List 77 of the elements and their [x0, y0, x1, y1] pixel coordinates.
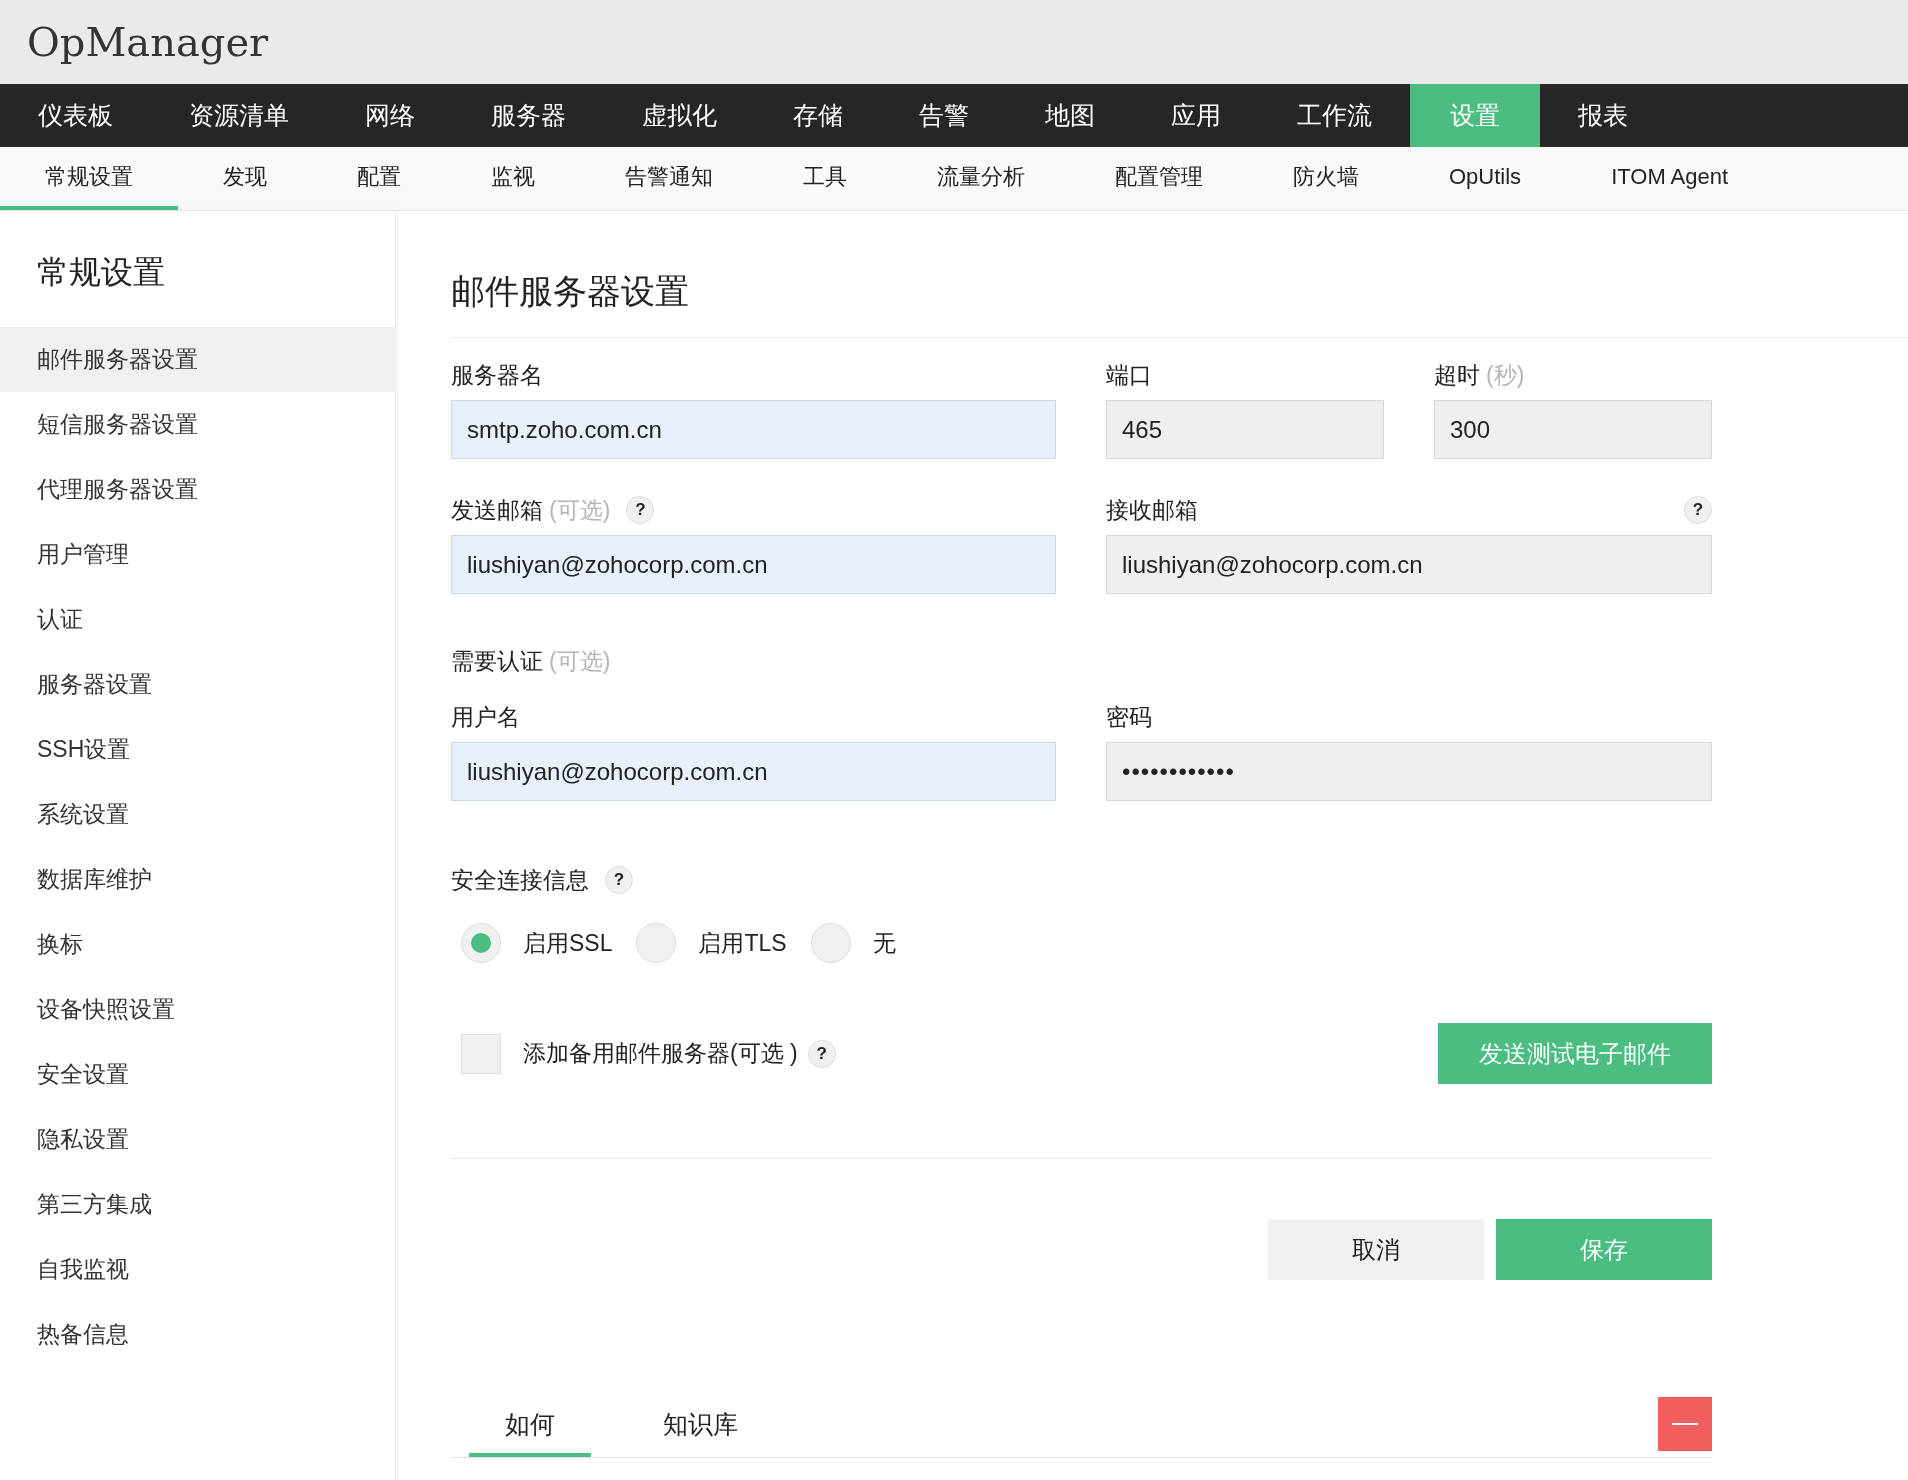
sidebar-item[interactable]: 代理服务器设置	[0, 457, 395, 522]
main-nav-tab[interactable]: 网络	[327, 84, 453, 147]
main-nav-tab[interactable]: 地图	[1007, 84, 1133, 147]
main-nav-tab[interactable]: 服务器	[453, 84, 604, 147]
page-title: 邮件服务器设置	[451, 211, 1908, 338]
sub-nav-tab[interactable]: 工具	[758, 147, 892, 210]
sidebar-item[interactable]: 数据库维护	[0, 847, 395, 912]
sidebar-item[interactable]: 邮件服务器设置	[0, 327, 395, 392]
sidebar-item[interactable]: 认证	[0, 587, 395, 652]
main-nav-tab[interactable]: 报表	[1540, 84, 1666, 147]
sub-nav-tab[interactable]: 告警通知	[580, 147, 758, 210]
help-tab[interactable]: 如何	[469, 1398, 591, 1457]
sub-nav-tab[interactable]: 防火墙	[1248, 147, 1404, 210]
collapse-button[interactable]	[1658, 1397, 1712, 1451]
sidebar-item[interactable]: 短信服务器设置	[0, 392, 395, 457]
radio-button[interactable]	[461, 923, 501, 963]
help-icon[interactable]: ?	[605, 866, 633, 894]
sub-nav-tab[interactable]: ITOM Agent	[1566, 147, 1774, 210]
main-nav-tab[interactable]: 存储	[755, 84, 881, 147]
main-nav-tab[interactable]: 工作流	[1259, 84, 1410, 147]
radio-button[interactable]	[636, 923, 677, 963]
timeout-field[interactable]: 300	[1434, 400, 1712, 459]
checkbox[interactable]	[461, 1033, 501, 1074]
sidebar-item[interactable]: 第三方集成	[0, 1172, 395, 1237]
field-label: 超时	[1434, 360, 1480, 390]
main-nav-tab[interactable]: 告警	[881, 84, 1007, 147]
port-field[interactable]: 465	[1106, 400, 1384, 459]
sidebar-item[interactable]: 换标	[0, 912, 395, 977]
section-label: 安全连接信息	[451, 865, 589, 895]
help-tab[interactable]: 知识库	[627, 1398, 774, 1457]
help-icon[interactable]: ?	[1684, 496, 1712, 524]
sidebar-item[interactable]: 自我监视	[0, 1237, 395, 1302]
recipient-email-field[interactable]: liushiyan@zohocorp.com.cn	[1106, 535, 1712, 594]
field-label: 接收邮箱	[1106, 495, 1198, 525]
password-field[interactable]: ••••••••••••	[1106, 742, 1712, 801]
checkbox-label: 添加备用邮件服务器(可选 )	[523, 1039, 798, 1068]
username-field[interactable]: liushiyan@zohocorp.com.cn	[451, 742, 1056, 801]
sub-nav-tab[interactable]: 配置管理	[1070, 147, 1248, 210]
field-label: 用户名	[451, 702, 520, 732]
sub-nav-tab[interactable]: 配置	[312, 147, 446, 210]
sub-nav-tab[interactable]: 流量分析	[892, 147, 1070, 210]
main-nav-tab[interactable]: 仪表板	[0, 84, 151, 147]
sidebar-item[interactable]: 服务器设置	[0, 652, 395, 717]
field-label: 密码	[1106, 702, 1152, 732]
radio-label: 无	[872, 928, 896, 958]
minus-icon	[1672, 1423, 1698, 1425]
field-hint: (可选)	[549, 646, 611, 676]
field-label: 端口	[1106, 360, 1152, 390]
sidebar-item[interactable]: 隐私设置	[0, 1107, 395, 1172]
field-hint: (秒)	[1486, 360, 1525, 390]
field-label: 发送邮箱	[451, 495, 543, 525]
radio-button[interactable]	[810, 923, 851, 963]
section-label: 需要认证	[451, 646, 543, 676]
sub-nav-tab[interactable]: OpUtils	[1404, 147, 1567, 210]
main-nav-tab[interactable]: 虚拟化	[604, 84, 755, 147]
sidebar-item[interactable]: SSH设置	[0, 717, 395, 782]
help-icon[interactable]: ?	[626, 496, 655, 524]
sidebar-item[interactable]: 热备信息	[0, 1302, 395, 1367]
server-name-field[interactable]: smtp.zoho.com.cn	[451, 400, 1056, 459]
main-nav-tab[interactable]: 资源清单	[151, 84, 327, 147]
radio-label: 启用TLS	[698, 928, 787, 958]
sub-nav-tab[interactable]: 发现	[178, 147, 312, 210]
app-title: OpManager	[27, 19, 269, 65]
field-label: 服务器名	[451, 360, 543, 390]
sidebar-item[interactable]: 系统设置	[0, 782, 395, 847]
sidebar-item[interactable]: 设备快照设置	[0, 977, 395, 1042]
sidebar-item[interactable]: 安全设置	[0, 1042, 395, 1107]
sub-nav-tab[interactable]: 监视	[446, 147, 580, 210]
sender-email-field[interactable]: liushiyan@zohocorp.com.cn	[451, 535, 1056, 594]
main-nav-tab[interactable]: 应用	[1133, 84, 1259, 147]
field-hint: (可选)	[549, 495, 611, 525]
radio-label: 启用SSL	[523, 928, 613, 958]
sidebar-item[interactable]: 用户管理	[0, 522, 395, 587]
help-icon[interactable]: ?	[807, 1039, 836, 1068]
cancel-button[interactable]: 取消	[1268, 1219, 1484, 1280]
sub-nav-tab[interactable]: 常规设置	[0, 147, 178, 210]
sidebar-title: 常规设置	[36, 253, 166, 292]
